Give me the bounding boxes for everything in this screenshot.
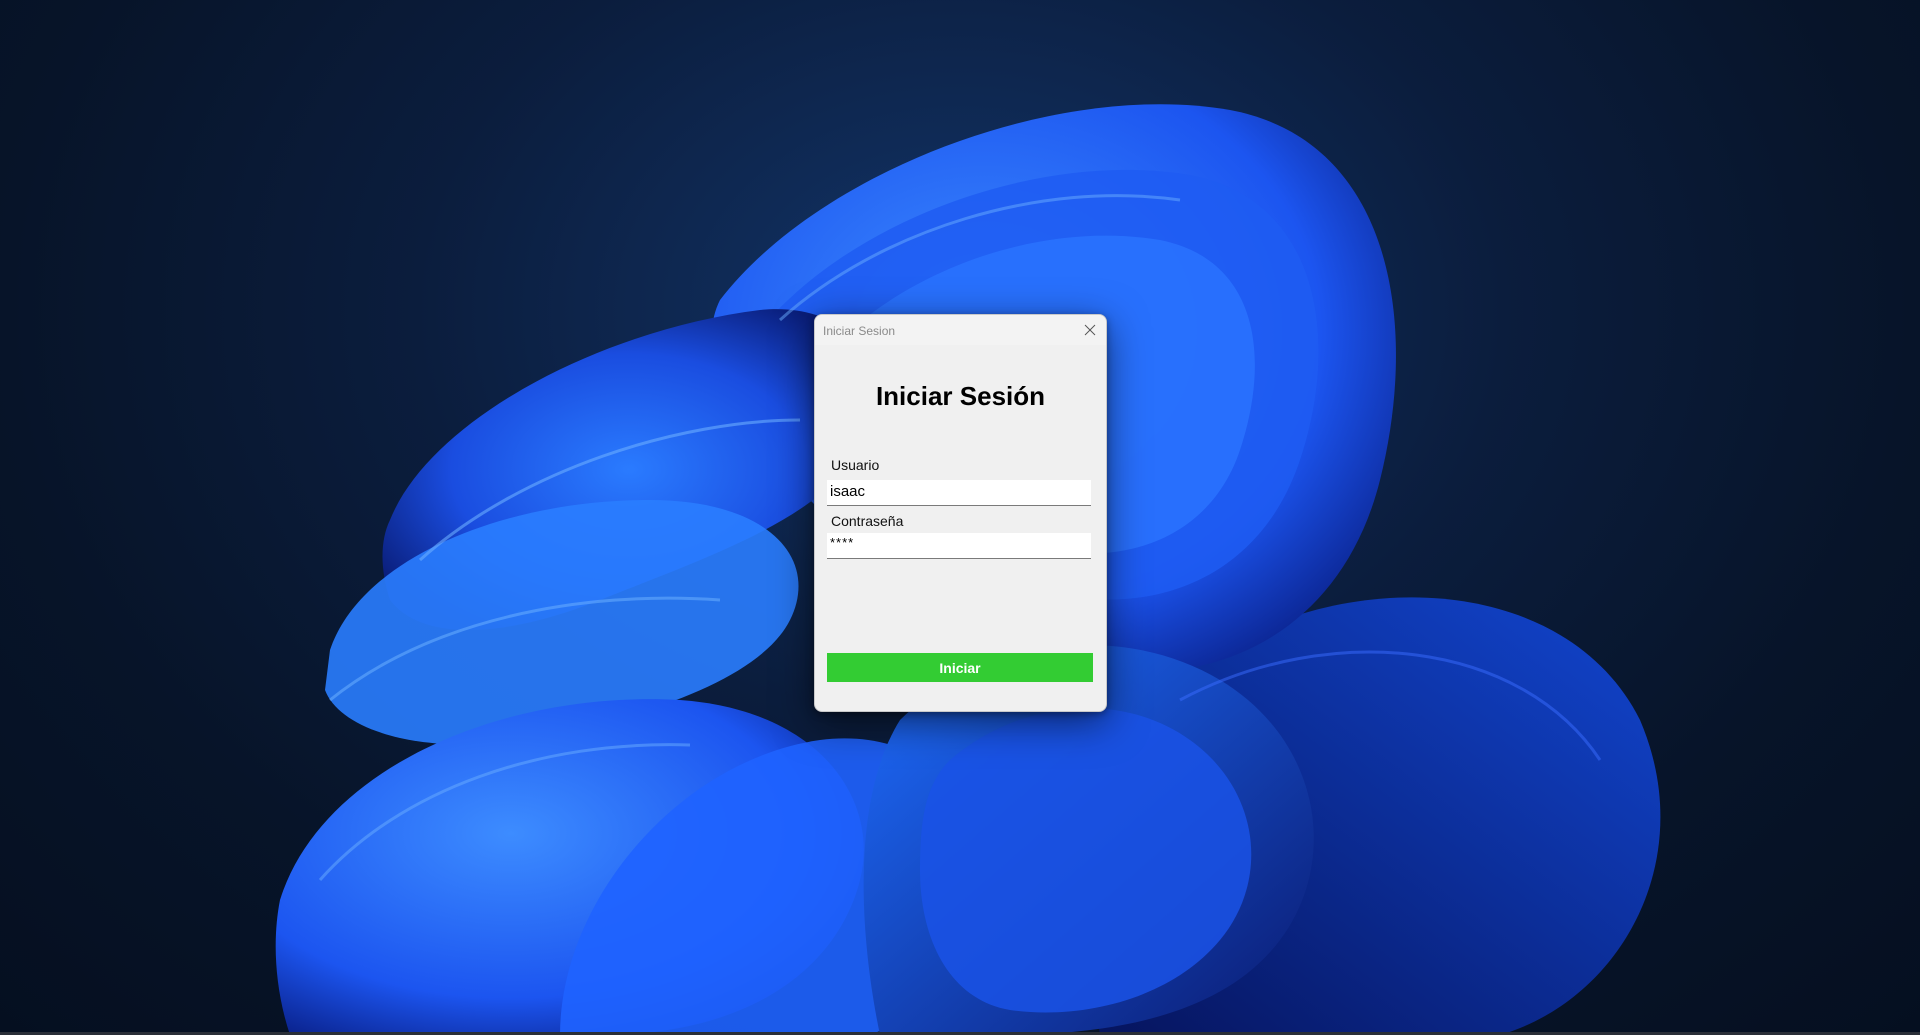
login-heading: Iniciar Sesión	[875, 381, 1046, 411]
login-dialog: Iniciar Sesion Iniciar Sesión Usuario is…	[814, 314, 1107, 712]
username-label: Usuario	[831, 457, 880, 473]
password-field[interactable]: ****	[827, 533, 1091, 559]
close-icon[interactable]	[1080, 320, 1100, 340]
password-label: Contraseña	[831, 513, 904, 529]
title-bar[interactable]: Iniciar Sesion	[815, 315, 1106, 345]
window-title: Iniciar Sesion	[823, 324, 896, 338]
username-field[interactable]: isaac	[827, 480, 1091, 506]
login-button[interactable]: Iniciar	[827, 653, 1093, 682]
desktop: Iniciar Sesion Iniciar Sesión Usuario is…	[0, 0, 1920, 1035]
